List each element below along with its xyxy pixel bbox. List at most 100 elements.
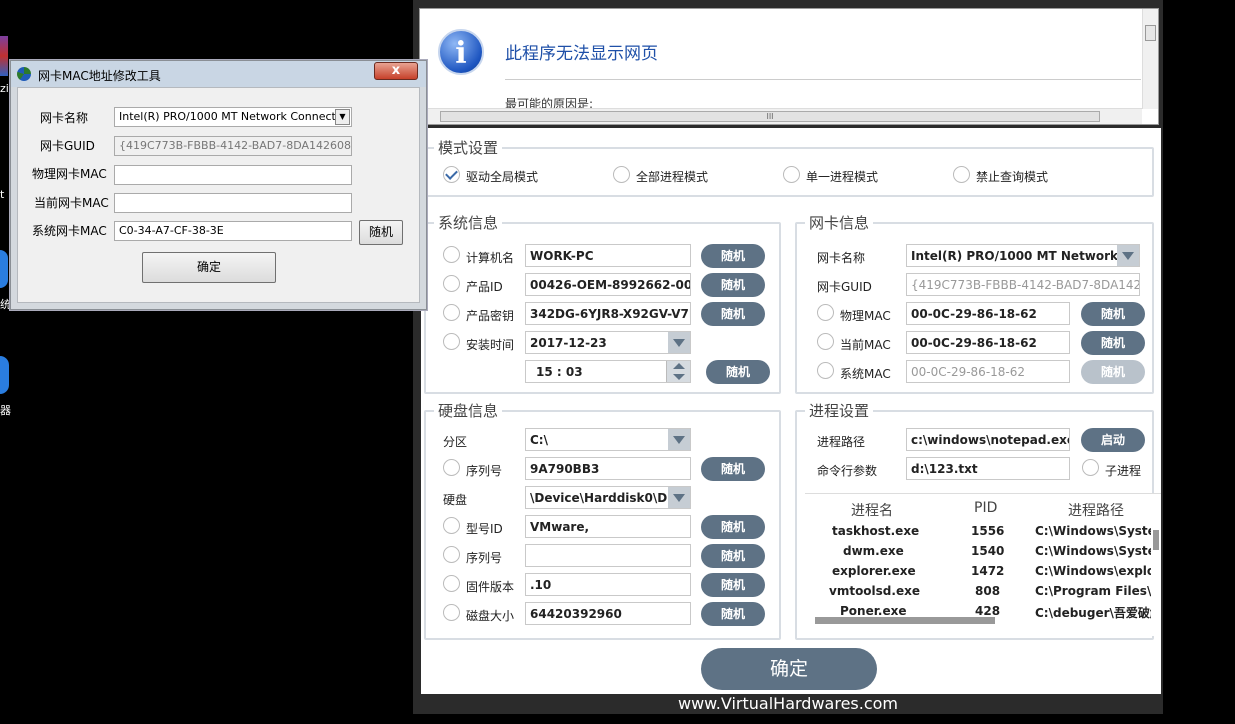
spinner-arrows-icon[interactable]	[666, 361, 690, 382]
browser-hscroll-thumb[interactable]: III	[440, 111, 1100, 122]
chevron-down-icon[interactable]	[668, 429, 690, 450]
product-key-input[interactable]: 342DG-6YJR8-X92GV-V7DCV	[525, 302, 691, 325]
disk-serial2-input[interactable]	[525, 544, 691, 567]
mode-legend: 模式设置	[438, 139, 499, 157]
child-process-radio[interactable]	[1082, 459, 1099, 476]
dlg-ok-button[interactable]: 确定	[142, 252, 276, 283]
cmd-args-input[interactable]: d:\123.txt	[906, 457, 1070, 480]
virtual-hardwares-window: i 此程序无法显示网页 最可能的原因是: III 模式设置 驱动全局模式 全部进…	[413, 0, 1163, 714]
cell-pid: 1556	[971, 524, 1005, 538]
computer-name-input[interactable]: WORK-PC	[525, 244, 691, 267]
partition-value: C:\	[530, 433, 548, 447]
chevron-down-icon[interactable]	[668, 332, 690, 353]
chevron-down-icon[interactable]	[668, 487, 690, 508]
model-radio[interactable]	[443, 517, 460, 534]
process-path-input[interactable]: c:\windows\notepad.exe	[906, 428, 1070, 451]
chevron-down-icon[interactable]: ▼	[335, 109, 350, 125]
cell-name: Poner.exe	[840, 604, 907, 618]
install-date-value: 2017-12-23	[530, 336, 607, 350]
install-time-random-button[interactable]: 随机	[706, 360, 770, 384]
product-id-input[interactable]: 00426-OEM-8992662-00400	[525, 273, 691, 296]
dlg-nic-name-select[interactable]: Intel(R) PRO/1000 MT Network Connect ▼	[114, 107, 352, 127]
install-time-radio[interactable]	[443, 333, 460, 350]
cell-path: C:\Windows\System32	[1035, 524, 1151, 538]
browser-vscroll-thumb[interactable]	[1145, 25, 1156, 41]
partition-select[interactable]: C:\	[525, 428, 691, 451]
computer-name-radio[interactable]	[443, 246, 460, 263]
firmware-input[interactable]: .10	[525, 573, 691, 596]
mode-label-0: 驱动全局模式	[466, 170, 539, 184]
model-random-button[interactable]: 随机	[701, 515, 765, 539]
cur-mac-radio[interactable]	[817, 333, 834, 350]
disk-serial2-radio[interactable]	[443, 546, 460, 563]
computer-name-random-button[interactable]: 随机	[701, 244, 765, 268]
dialog-titlebar[interactable]: 网卡MAC地址修改工具 x	[11, 61, 426, 87]
install-date-picker[interactable]: 2017-12-23	[525, 331, 691, 354]
browser-vscrollbar[interactable]	[1142, 9, 1158, 109]
dlg-nic-guid-label: 网卡GUID	[40, 139, 95, 153]
desktop-icon-2[interactable]	[0, 250, 8, 288]
dlg-phys-mac-input[interactable]	[114, 165, 352, 185]
dlg-nic-guid-input[interactable]: {419C773B-FBBB-4142-BAD7-8DA142608E	[114, 136, 352, 156]
product-id-radio[interactable]	[443, 275, 460, 292]
cmd-args-label: 命令行参数	[817, 464, 878, 478]
dlg-random-button[interactable]: 随机	[359, 220, 403, 245]
disk-size-label: 磁盘大小	[466, 609, 515, 623]
browser-hscrollbar[interactable]: III	[420, 108, 1142, 124]
disk-serial-radio[interactable]	[443, 459, 460, 476]
footer-website: www.VirtualHardwares.com	[678, 694, 898, 713]
disk-serial2-random-button[interactable]: 随机	[701, 544, 765, 568]
product-id-random-button[interactable]: 随机	[701, 273, 765, 297]
cell-pid: 1540	[971, 544, 1005, 558]
harddisk-select[interactable]: \Device\Harddisk0\DR0	[525, 486, 691, 509]
install-time-spinner[interactable]: 15 : 03	[525, 360, 691, 383]
firmware-random-button[interactable]: 随机	[701, 573, 765, 597]
phys-mac-random-button[interactable]: 随机	[1081, 302, 1145, 326]
phys-mac-radio[interactable]	[817, 304, 834, 321]
disk-size-random-button[interactable]: 随机	[701, 602, 765, 626]
nic-guid-input[interactable]: {419C773B-FBBB-4142-BAD7-8DA1426	[906, 273, 1140, 296]
sys-mac-input[interactable]: 00-0C-29-86-18-62	[906, 360, 1070, 383]
model-input[interactable]: VMware,	[525, 515, 691, 538]
ok-button[interactable]: 确定	[701, 648, 877, 690]
process-hscrollbar[interactable]	[815, 617, 995, 624]
process-vscrollbar[interactable]	[1153, 530, 1159, 550]
start-button[interactable]: 启动	[1081, 428, 1145, 452]
mode-radio-2[interactable]	[783, 166, 800, 183]
computer-name-label: 计算机名	[466, 251, 515, 265]
dlg-sys-mac-input[interactable]: C0-34-A7-CF-38-3E	[114, 221, 352, 241]
col-header-name[interactable]: 进程名	[851, 500, 893, 520]
disk-size-radio[interactable]	[443, 604, 460, 621]
product-key-radio[interactable]	[443, 304, 460, 321]
col-header-pid[interactable]: PID	[974, 500, 997, 516]
info-icon: i	[438, 29, 484, 75]
disk-serial-input[interactable]: 9A790BB3	[525, 457, 691, 480]
firmware-label: 固件版本	[466, 580, 515, 594]
cell-pid: 808	[975, 584, 1001, 598]
col-header-path[interactable]: 进程路径	[1068, 500, 1124, 520]
cur-mac-input[interactable]: 00-0C-29-86-18-62	[906, 331, 1070, 354]
chevron-down-icon[interactable]	[1117, 245, 1139, 266]
dlg-cur-mac-input[interactable]	[114, 193, 352, 213]
mac-tool-dialog: 网卡MAC地址修改工具 x 网卡名称 Intel(R) PRO/1000 MT …	[10, 60, 427, 310]
mode-label-2: 单一进程模式	[806, 170, 879, 184]
nic-name-select[interactable]: Intel(R) PRO/1000 MT Network Co	[906, 244, 1140, 267]
firmware-radio[interactable]	[443, 575, 460, 592]
mode-radio-3[interactable]	[953, 166, 970, 183]
cur-mac-random-button[interactable]: 随机	[1081, 331, 1145, 355]
child-process-label: 子进程	[1105, 464, 1142, 478]
sys-mac-random-button[interactable]: 随机	[1081, 360, 1145, 384]
disk-serial-random-button[interactable]: 随机	[701, 457, 765, 481]
desktop-icon-1[interactable]	[0, 36, 8, 76]
embedded-browser[interactable]: i 此程序无法显示网页 最可能的原因是: III	[419, 8, 1159, 125]
mode-radio-0[interactable]	[443, 166, 460, 183]
phys-mac-input[interactable]: 00-0C-29-86-18-62	[906, 302, 1070, 325]
close-button[interactable]: x	[374, 62, 418, 80]
desktop-icon-3[interactable]	[0, 356, 9, 394]
sys-mac-radio[interactable]	[817, 362, 834, 379]
phys-mac-label: 物理MAC	[840, 309, 891, 323]
product-key-random-button[interactable]: 随机	[701, 302, 765, 326]
mode-radio-1[interactable]	[613, 166, 630, 183]
process-table[interactable]: 进程名 PID 进程路径 taskhost.exe 1556 C:\Window…	[805, 493, 1161, 636]
disk-size-input[interactable]: 64420392960	[525, 602, 691, 625]
